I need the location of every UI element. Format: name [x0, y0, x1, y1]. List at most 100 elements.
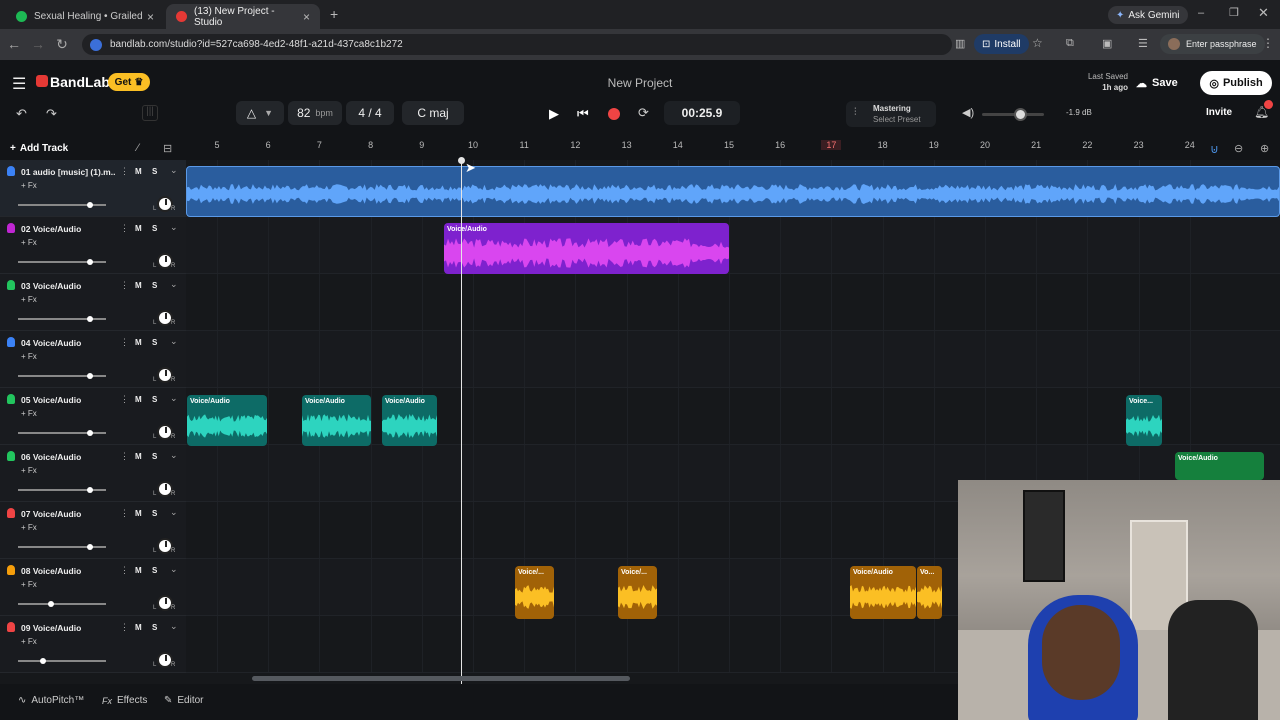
add-fx-button[interactable]: + Fx — [21, 523, 37, 532]
track-header[interactable]: 01 audio [music] (1).m... ⋮ M S ⌄ + Fx L… — [0, 160, 186, 217]
solo-button[interactable]: S — [152, 566, 157, 575]
reload-icon[interactable]: ↻ — [54, 36, 70, 53]
chevron-down-icon[interactable]: ⌄ — [170, 165, 178, 176]
get-button[interactable]: Get ♛ — [108, 73, 150, 91]
track-lane[interactable] — [186, 217, 1280, 274]
audio-clip-track8-a[interactable]: Voice/... — [515, 566, 554, 619]
close-tab-icon[interactable]: × — [303, 10, 310, 24]
autopitch-button[interactable]: ∿ AutoPitch™ — [18, 695, 84, 706]
more-options-icon[interactable]: ⋮ — [120, 622, 129, 633]
solo-button[interactable]: S — [152, 167, 157, 176]
track-header[interactable]: 08 Voice/Audio ⋮ M S ⌄ + Fx L R — [0, 559, 186, 616]
track-volume-knob[interactable] — [86, 430, 93, 436]
time-signature-field[interactable]: 4 / 4 — [346, 101, 394, 125]
mute-button[interactable]: M — [135, 566, 142, 575]
track-volume-knob[interactable] — [86, 316, 93, 322]
play-icon[interactable]: ▶ — [549, 106, 559, 122]
menu-icon[interactable]: ☰ — [12, 74, 26, 94]
chevron-down-icon[interactable]: ⌄ — [170, 507, 178, 518]
add-fx-button[interactable]: + Fx — [21, 637, 37, 646]
track-name[interactable]: 02 Voice/Audio — [21, 224, 115, 234]
mute-button[interactable]: M — [135, 338, 142, 347]
track-volume-slider[interactable] — [18, 259, 106, 265]
add-fx-button[interactable]: + Fx — [21, 295, 37, 304]
undo-icon[interactable]: ↶ — [16, 106, 27, 122]
browser-tab-grailed[interactable]: Sexual Healing • Grailed × — [6, 4, 164, 29]
mute-button[interactable]: M — [135, 509, 142, 518]
mute-button[interactable]: M — [135, 395, 142, 404]
extensions-icon[interactable]: ⧉ — [1066, 37, 1074, 50]
track-volume-slider[interactable] — [18, 202, 106, 208]
track-header[interactable]: 04 Voice/Audio ⋮ M S ⌄ + Fx L R — [0, 331, 186, 388]
mastering-button[interactable]: ⫶ Mastering Select Preset — [846, 101, 936, 127]
track-header[interactable]: 07 Voice/Audio ⋮ M S ⌄ + Fx L R — [0, 502, 186, 559]
master-volume-knob[interactable] — [1014, 108, 1027, 121]
chevron-down-icon[interactable]: ⌄ — [170, 450, 178, 461]
loop-icon[interactable]: ⟳ — [638, 105, 649, 121]
minimize-icon[interactable]: – — [1198, 7, 1204, 19]
more-options-icon[interactable]: ⋮ — [120, 565, 129, 576]
timeline-ruler[interactable]: ⊍ ⊖ ⊕ 5 6 7 8 9 10 11 12 13 14 15 16 17 18 19 20 21 22 23 2… — [186, 138, 1280, 160]
record-icon[interactable] — [608, 108, 620, 120]
mute-button[interactable]: M — [135, 281, 142, 290]
audio-clip-track6[interactable]: Voice/Audio — [1175, 452, 1264, 480]
profile-passphrase-button[interactable]: Enter passphrase — [1160, 34, 1265, 54]
add-fx-button[interactable]: + Fx — [21, 238, 37, 247]
forward-icon[interactable]: → — [30, 36, 46, 52]
zoom-in-icon[interactable]: ⊕ — [1260, 142, 1269, 155]
solo-button[interactable]: S — [152, 281, 157, 290]
speaker-icon[interactable]: ◀) — [962, 106, 974, 119]
audio-clip-track5-a[interactable]: Voice/Audio — [187, 395, 267, 446]
track-name[interactable]: 07 Voice/Audio — [21, 509, 115, 519]
track-settings-icon[interactable]: ⊟ — [163, 142, 172, 155]
browser-tab-studio[interactable]: (13) New Project - Studio × — [166, 4, 320, 29]
mute-button[interactable]: M — [135, 167, 142, 176]
track-name[interactable]: 06 Voice/Audio — [21, 452, 115, 462]
metronome-button[interactable]: △ ▼ — [236, 101, 284, 125]
install-button[interactable]: ⊡ Install — [974, 34, 1029, 54]
more-options-icon[interactable]: ⋮ — [120, 451, 129, 462]
zoom-out-icon[interactable]: ⊖ — [1234, 142, 1243, 155]
audio-clip-track8-d[interactable]: Vo... — [917, 566, 942, 619]
audio-clip-track5-d[interactable]: Voice... — [1126, 395, 1162, 446]
track-name[interactable]: 03 Voice/Audio — [21, 281, 115, 291]
back-icon[interactable]: ← — [6, 36, 22, 52]
save-button[interactable]: ☁ Save — [1136, 72, 1192, 94]
skip-back-icon[interactable]: ⏮ — [577, 106, 589, 122]
audio-clip-track5-b[interactable]: Voice/Audio — [302, 395, 371, 446]
publish-button[interactable]: ◎ Publish — [1200, 71, 1272, 95]
horizontal-scrollbar[interactable] — [252, 676, 630, 681]
chevron-down-icon[interactable]: ⌄ — [170, 621, 178, 632]
audio-clip-track8-b[interactable]: Voice/... — [618, 566, 657, 619]
track-volume-slider[interactable] — [18, 544, 106, 550]
invite-button[interactable]: Invite — [1206, 107, 1232, 118]
ask-gemini-button[interactable]: ✦ Ask Gemini — [1108, 6, 1188, 24]
track-header[interactable]: 09 Voice/Audio ⋮ M S ⌄ + Fx L R — [0, 616, 186, 673]
close-tab-icon[interactable]: × — [147, 10, 154, 24]
more-options-icon[interactable]: ⋮ — [120, 508, 129, 519]
track-volume-knob[interactable] — [86, 544, 93, 550]
track-volume-knob[interactable] — [86, 487, 93, 493]
audio-clip-track1[interactable] — [186, 166, 1280, 217]
solo-button[interactable]: S — [152, 452, 157, 461]
add-fx-button[interactable]: + Fx — [21, 409, 37, 418]
track-lane[interactable] — [186, 331, 1280, 388]
chevron-down-icon[interactable]: ⌄ — [170, 279, 178, 290]
track-name[interactable]: 05 Voice/Audio — [21, 395, 115, 405]
project-title[interactable]: New Project — [560, 76, 720, 90]
mute-button[interactable]: M — [135, 623, 142, 632]
more-options-icon[interactable]: ⋮ — [120, 280, 129, 291]
track-volume-knob[interactable] — [39, 658, 46, 664]
track-header[interactable]: 05 Voice/Audio ⋮ M S ⌄ + Fx L R — [0, 388, 186, 445]
playhead[interactable] — [461, 160, 462, 684]
maximize-icon[interactable]: ❐ — [1229, 6, 1239, 19]
track-name[interactable]: 04 Voice/Audio — [21, 338, 115, 348]
add-fx-button[interactable]: + Fx — [21, 181, 37, 190]
track-header[interactable]: 06 Voice/Audio ⋮ M S ⌄ + Fx L R — [0, 445, 186, 502]
add-track-button[interactable]: + Add Track — [10, 143, 68, 154]
add-fx-button[interactable]: + Fx — [21, 466, 37, 475]
site-info-icon[interactable] — [90, 38, 102, 51]
chevron-down-icon[interactable]: ⌄ — [170, 336, 178, 347]
solo-button[interactable]: S — [152, 338, 157, 347]
track-name[interactable]: 09 Voice/Audio — [21, 623, 115, 633]
